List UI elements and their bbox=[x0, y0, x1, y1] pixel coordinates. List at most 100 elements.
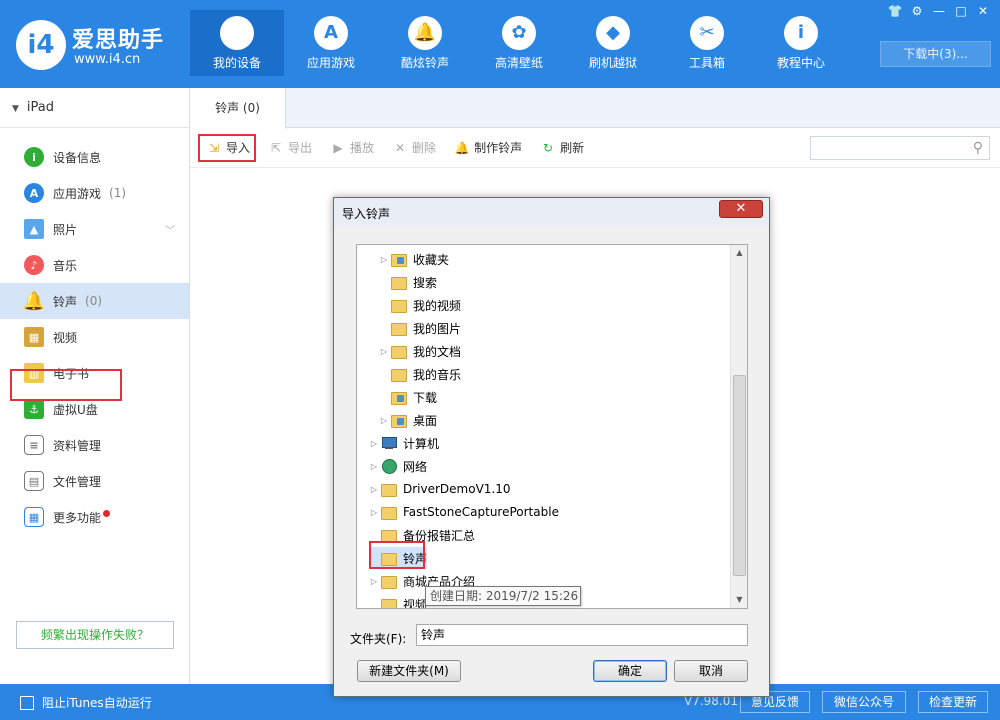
sidebar-item-music[interactable]: ♪ 音乐 bbox=[0, 247, 189, 283]
scroll-down-icon[interactable]: ▼ bbox=[731, 592, 747, 608]
tree-item[interactable]: 搜索 bbox=[379, 271, 437, 293]
new-folder-button[interactable]: 新建文件夹(M) bbox=[357, 660, 461, 682]
sidebar-item-contacts[interactable]: ≡ 资料管理 bbox=[0, 427, 189, 463]
play-button[interactable]: ▶ 播放 bbox=[330, 139, 374, 156]
header: i4 爱思助手 www.i4.cn 我的设备 A 应用游戏 🔔 酷炫铃声 ✿ 高清壁纸 ◆ 刷机… bbox=[0, 0, 1000, 88]
search-input[interactable]: ⚲ bbox=[810, 136, 990, 160]
refresh-button[interactable]: ↻ 刷新 bbox=[540, 139, 584, 156]
device-selector[interactable]: ▼ iPad bbox=[0, 88, 189, 128]
network-icon bbox=[381, 459, 397, 474]
expand-arrow-icon[interactable]: ▷ bbox=[379, 347, 389, 356]
toolbar-label: 制作铃声 bbox=[474, 141, 523, 155]
triangle-down-icon: ▼ bbox=[12, 104, 19, 114]
nav-item-info[interactable]: i 教程中心 bbox=[754, 10, 848, 76]
tree-item-label: 收藏夹 bbox=[413, 252, 450, 267]
expand-arrow-icon[interactable]: ▷ bbox=[379, 255, 389, 264]
tree-item[interactable]: 我的图片 bbox=[379, 317, 461, 339]
tree-item[interactable]: 下载 bbox=[379, 386, 437, 408]
tree-item[interactable]: 视频 bbox=[369, 593, 428, 609]
folder-field[interactable]: 铃声 bbox=[416, 624, 748, 646]
app-logo: i4 爱思助手 www.i4.cn bbox=[16, 16, 186, 72]
tree-item-label: 桌面 bbox=[413, 413, 438, 428]
nav-item-dropbox[interactable]: ◆ 刷机越狱 bbox=[566, 10, 660, 76]
settings-icon[interactable]: ⚙ bbox=[906, 2, 928, 20]
help-button[interactable]: 频繁出现操作失败？ bbox=[16, 621, 174, 649]
tree-item-label: 视频 bbox=[403, 597, 428, 609]
sidebar-item-photo[interactable]: ▲ 照片 ﹀ bbox=[0, 211, 189, 247]
nav-item-app-store[interactable]: A 应用游戏 bbox=[284, 10, 378, 76]
music-icon: ♪ bbox=[24, 255, 44, 275]
scroll-up-icon[interactable]: ▲ bbox=[731, 245, 747, 261]
nav-item-tools[interactable]: ✂ 工具箱 bbox=[660, 10, 754, 76]
nav-label: 刷机越狱 bbox=[588, 56, 637, 70]
nav-item-bell[interactable]: 🔔 酷炫铃声 bbox=[378, 10, 472, 76]
tree-item-label: 下载 bbox=[413, 390, 438, 405]
tree-item[interactable]: ▷ DriverDemoV1.10 bbox=[369, 478, 511, 500]
dialog-titlebar: 导入铃声 ✕ bbox=[334, 198, 769, 226]
itunes-block-toggle[interactable]: 阻止iTunes自动运行 bbox=[20, 694, 152, 711]
make-ringtone-button[interactable]: 🔔 制作铃声 bbox=[454, 139, 523, 156]
minimize-icon[interactable]: — bbox=[928, 2, 950, 20]
tree-item-label: 搜索 bbox=[413, 275, 438, 290]
folder-icon bbox=[391, 321, 407, 336]
sidebar-item-label: 文件管理 bbox=[53, 474, 102, 489]
tree-item-label: 我的文档 bbox=[413, 344, 462, 359]
chevron-down-icon[interactable]: ﹀ bbox=[165, 222, 175, 237]
wechat-button[interactable]: 微信公众号 bbox=[822, 691, 906, 713]
expand-arrow-icon[interactable]: ▷ bbox=[369, 439, 379, 448]
sidebar-item-film[interactable]: ▦ 视频 bbox=[0, 319, 189, 355]
close-icon[interactable]: ✕ bbox=[972, 2, 994, 20]
search-icon: ⚲ bbox=[972, 140, 983, 156]
computer-icon bbox=[381, 436, 397, 450]
folder-label: 文件夹(F): bbox=[350, 632, 407, 646]
ok-button[interactable]: 确定 bbox=[593, 660, 667, 682]
tree-item-label: FastStoneCapturePortable bbox=[403, 505, 559, 519]
itunes-label: 阻止iTunes自动运行 bbox=[42, 696, 152, 710]
scroll-thumb[interactable] bbox=[733, 375, 746, 576]
cancel-button[interactable]: 取消 bbox=[674, 660, 748, 682]
check-update-button[interactable]: 检查更新 bbox=[918, 691, 988, 713]
sidebar-item-file[interactable]: ▤ 文件管理 bbox=[0, 463, 189, 499]
checkbox[interactable] bbox=[20, 695, 34, 710]
expand-arrow-icon[interactable]: ▷ bbox=[369, 462, 379, 471]
tab-ringtone[interactable]: 铃声 (0) bbox=[190, 88, 286, 129]
sidebar-item-app-store[interactable]: A 应用游戏 (1) bbox=[0, 175, 189, 211]
toolbar-label: 刷新 bbox=[560, 141, 585, 155]
sidebar-item-label: 设备信息 bbox=[53, 150, 102, 165]
logo-mark: i4 bbox=[16, 20, 66, 70]
sidebar-item-more[interactable]: ▦ 更多功能 bbox=[0, 499, 189, 535]
sidebar-item-count: (1) bbox=[109, 186, 127, 200]
sidebar-item-bell[interactable]: 🔔 铃声 (0) bbox=[0, 283, 189, 319]
tree-scrollbar[interactable]: ▲ ▼ bbox=[730, 245, 747, 608]
sidebar-item-count: (0) bbox=[85, 294, 103, 308]
flower-icon: ✿ bbox=[502, 16, 536, 50]
expand-arrow-icon[interactable]: ▷ bbox=[379, 416, 389, 425]
expand-arrow-icon[interactable]: ▷ bbox=[369, 508, 379, 517]
sidebar-item-label: 照片 bbox=[53, 222, 78, 237]
expand-arrow-icon[interactable]: ▷ bbox=[369, 485, 379, 494]
sidebar-item-info[interactable]: i 设备信息 bbox=[0, 139, 189, 175]
nav-label: 工具箱 bbox=[688, 56, 725, 70]
delete-button[interactable]: ✕ 删除 bbox=[392, 139, 436, 156]
device-name: iPad bbox=[26, 100, 55, 115]
tree-item[interactable]: ▷ FastStoneCapturePortable bbox=[369, 501, 559, 523]
toolbar-label: 导出 bbox=[288, 141, 313, 155]
nav-item-apple[interactable]: 我的设备 bbox=[190, 10, 284, 76]
close-icon[interactable]: ✕ bbox=[719, 200, 763, 218]
logo-title: 爱思助手 bbox=[72, 28, 165, 53]
tree-item[interactable]: ▷ 桌面 bbox=[379, 409, 437, 431]
export-button[interactable]: ⇱ 导出 bbox=[268, 139, 312, 156]
tree-item[interactable]: ▷ 计算机 bbox=[369, 432, 439, 454]
tree-item[interactable]: 我的音乐 bbox=[379, 363, 461, 385]
tree-item[interactable]: ▷ 收藏夹 bbox=[379, 248, 449, 270]
folder-icon bbox=[381, 482, 397, 497]
download-button[interactable]: 下载中(3)... bbox=[880, 41, 991, 67]
nav-item-flower[interactable]: ✿ 高清壁纸 bbox=[472, 10, 566, 76]
tree-item[interactable]: 我的视频 bbox=[379, 294, 461, 316]
tree-item[interactable]: ▷ 网络 bbox=[369, 455, 427, 477]
skin-icon[interactable]: 👕 bbox=[884, 2, 906, 20]
maximize-icon[interactable]: □ bbox=[950, 2, 972, 20]
expand-arrow-icon[interactable]: ▷ bbox=[369, 577, 379, 586]
folder-icon bbox=[381, 597, 397, 608]
tree-item[interactable]: ▷ 我的文档 bbox=[379, 340, 461, 362]
